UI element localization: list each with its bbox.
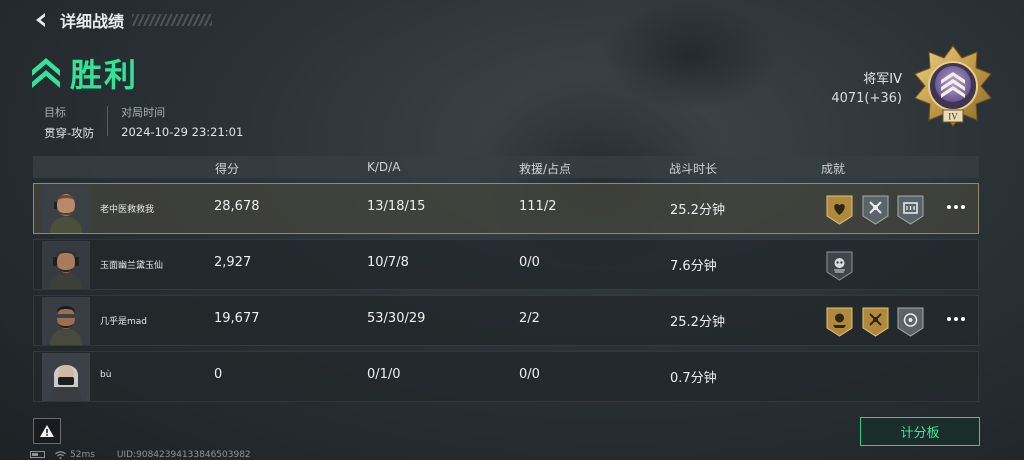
dot-icon bbox=[947, 317, 951, 321]
rescue-value: 0/0 bbox=[519, 255, 540, 270]
score-value: 28,678 bbox=[214, 199, 260, 214]
duration-value: 0.7分钟 bbox=[670, 371, 717, 386]
silver-target-badge-icon[interactable] bbox=[896, 306, 925, 338]
avatar bbox=[42, 297, 90, 345]
duration-value: 7.6分钟 bbox=[670, 259, 717, 274]
dot-icon bbox=[954, 317, 958, 321]
score-value: 0 bbox=[214, 367, 223, 382]
warning-icon bbox=[40, 425, 54, 437]
dot-icon bbox=[961, 317, 965, 321]
ping-value: 52ms bbox=[70, 449, 95, 460]
time-value: 2024-10-29 23:21:01 bbox=[121, 125, 244, 139]
rescue-value: 2/2 bbox=[519, 311, 540, 326]
background-shadow bbox=[600, 0, 780, 110]
player-name: 玉面幽兰黛玉仙 bbox=[100, 261, 164, 271]
header-rescue: 救援/占点 bbox=[519, 162, 572, 176]
more-options-button[interactable] bbox=[944, 309, 968, 329]
objective-info: 目标 贯穿-攻防 bbox=[44, 104, 94, 141]
table-row[interactable]: 老中医救救我 28,678 13/18/15 111/2 25.2分钟 bbox=[33, 183, 979, 234]
dot-icon bbox=[947, 205, 951, 209]
header-kda: K/D/A bbox=[367, 160, 401, 174]
header-duration: 战斗时长 bbox=[669, 162, 718, 176]
rank-name: 将军IV bbox=[863, 72, 902, 87]
player-name: bù bbox=[100, 370, 112, 380]
avatar bbox=[42, 241, 90, 289]
gold-heart-badge-icon[interactable] bbox=[825, 194, 854, 226]
avatar bbox=[42, 353, 90, 401]
rescue-value: 111/2 bbox=[519, 199, 557, 214]
player-name: 老中医救救我 bbox=[100, 205, 155, 215]
silver-axes-badge-icon[interactable] bbox=[861, 194, 890, 226]
silver-box-badge-icon[interactable] bbox=[896, 194, 925, 226]
back-button[interactable] bbox=[30, 9, 52, 31]
uid-value: UID:908423941338465039​82 bbox=[116, 449, 251, 460]
kda-value: 10/7/8 bbox=[367, 255, 409, 270]
score-value: 2,927 bbox=[214, 255, 252, 270]
time-info: 对局时间 2024-10-29 23:21:01 bbox=[121, 104, 243, 141]
duration-value: 25.2分钟 bbox=[670, 203, 725, 218]
table-row[interactable]: bù 0 0/1/0 0/0 0.7分钟 bbox=[33, 351, 979, 402]
rank-badge-icon[interactable]: IV bbox=[912, 44, 994, 128]
match-result: 胜利 bbox=[30, 50, 138, 96]
header-achievements: 成就 bbox=[821, 162, 846, 176]
page-title: 详细战绩 bbox=[60, 12, 125, 31]
header-score: 得分 bbox=[215, 162, 240, 176]
back-arrow-icon bbox=[36, 13, 45, 27]
kda-value: 13/18/15 bbox=[367, 199, 426, 214]
report-button[interactable] bbox=[33, 418, 61, 444]
rank-info: 将军IV 4071(+36) bbox=[831, 68, 902, 106]
chevron-up-icon bbox=[32, 58, 60, 88]
kda-value: 0/1/0 bbox=[367, 367, 401, 382]
kda-value: 53/30/29 bbox=[367, 311, 426, 326]
battery-icon bbox=[30, 451, 45, 458]
avatar bbox=[42, 185, 90, 233]
more-options-button[interactable] bbox=[944, 197, 968, 217]
table-header: 得分 K/D/A 救援/占点 战斗时长 成就 bbox=[33, 156, 979, 178]
player-name: 几乎是mad bbox=[100, 317, 147, 327]
table-row[interactable]: 玉面幽兰黛玉仙 2,927 10/7/8 0/0 7.6分钟 bbox=[33, 239, 979, 290]
duration-value: 25.2分钟 bbox=[670, 315, 725, 330]
dot-icon bbox=[961, 205, 965, 209]
rescue-value: 0/0 bbox=[519, 367, 540, 382]
score-value: 19,677 bbox=[214, 311, 260, 326]
divider bbox=[107, 106, 109, 136]
player-stats-table: 得分 K/D/A 救援/占点 战斗时长 成就 老中医救救我 28,678 13/… bbox=[33, 156, 979, 402]
time-label: 对局时间 bbox=[121, 106, 166, 119]
gold-rose-badge-icon[interactable] bbox=[825, 306, 854, 338]
silver-skull-badge-icon[interactable] bbox=[825, 250, 854, 282]
status-bar: 52ms UID:908423941338465039​82 bbox=[30, 449, 251, 460]
title-decoration bbox=[132, 14, 213, 26]
gold-axes-badge-icon[interactable] bbox=[861, 306, 890, 338]
objective-value: 贯穿-攻防 bbox=[44, 126, 95, 140]
objective-label: 目标 bbox=[44, 106, 66, 119]
table-row[interactable]: 几乎是mad 19,677 53/30/29 2/2 25.2分钟 bbox=[33, 295, 979, 346]
dot-icon bbox=[954, 205, 958, 209]
result-label: 胜利 bbox=[70, 56, 139, 94]
match-meta: 目标 贯穿-攻防 对局时间 2024-10-29 23:21:01 bbox=[44, 104, 243, 141]
top-bar: 详细战绩 bbox=[30, 8, 213, 32]
rank-points: 4071(+36) bbox=[831, 91, 902, 106]
wifi-icon bbox=[55, 450, 66, 459]
scoreboard-button[interactable]: 计分板 bbox=[860, 417, 980, 446]
rank-numeral: IV bbox=[948, 112, 958, 122]
